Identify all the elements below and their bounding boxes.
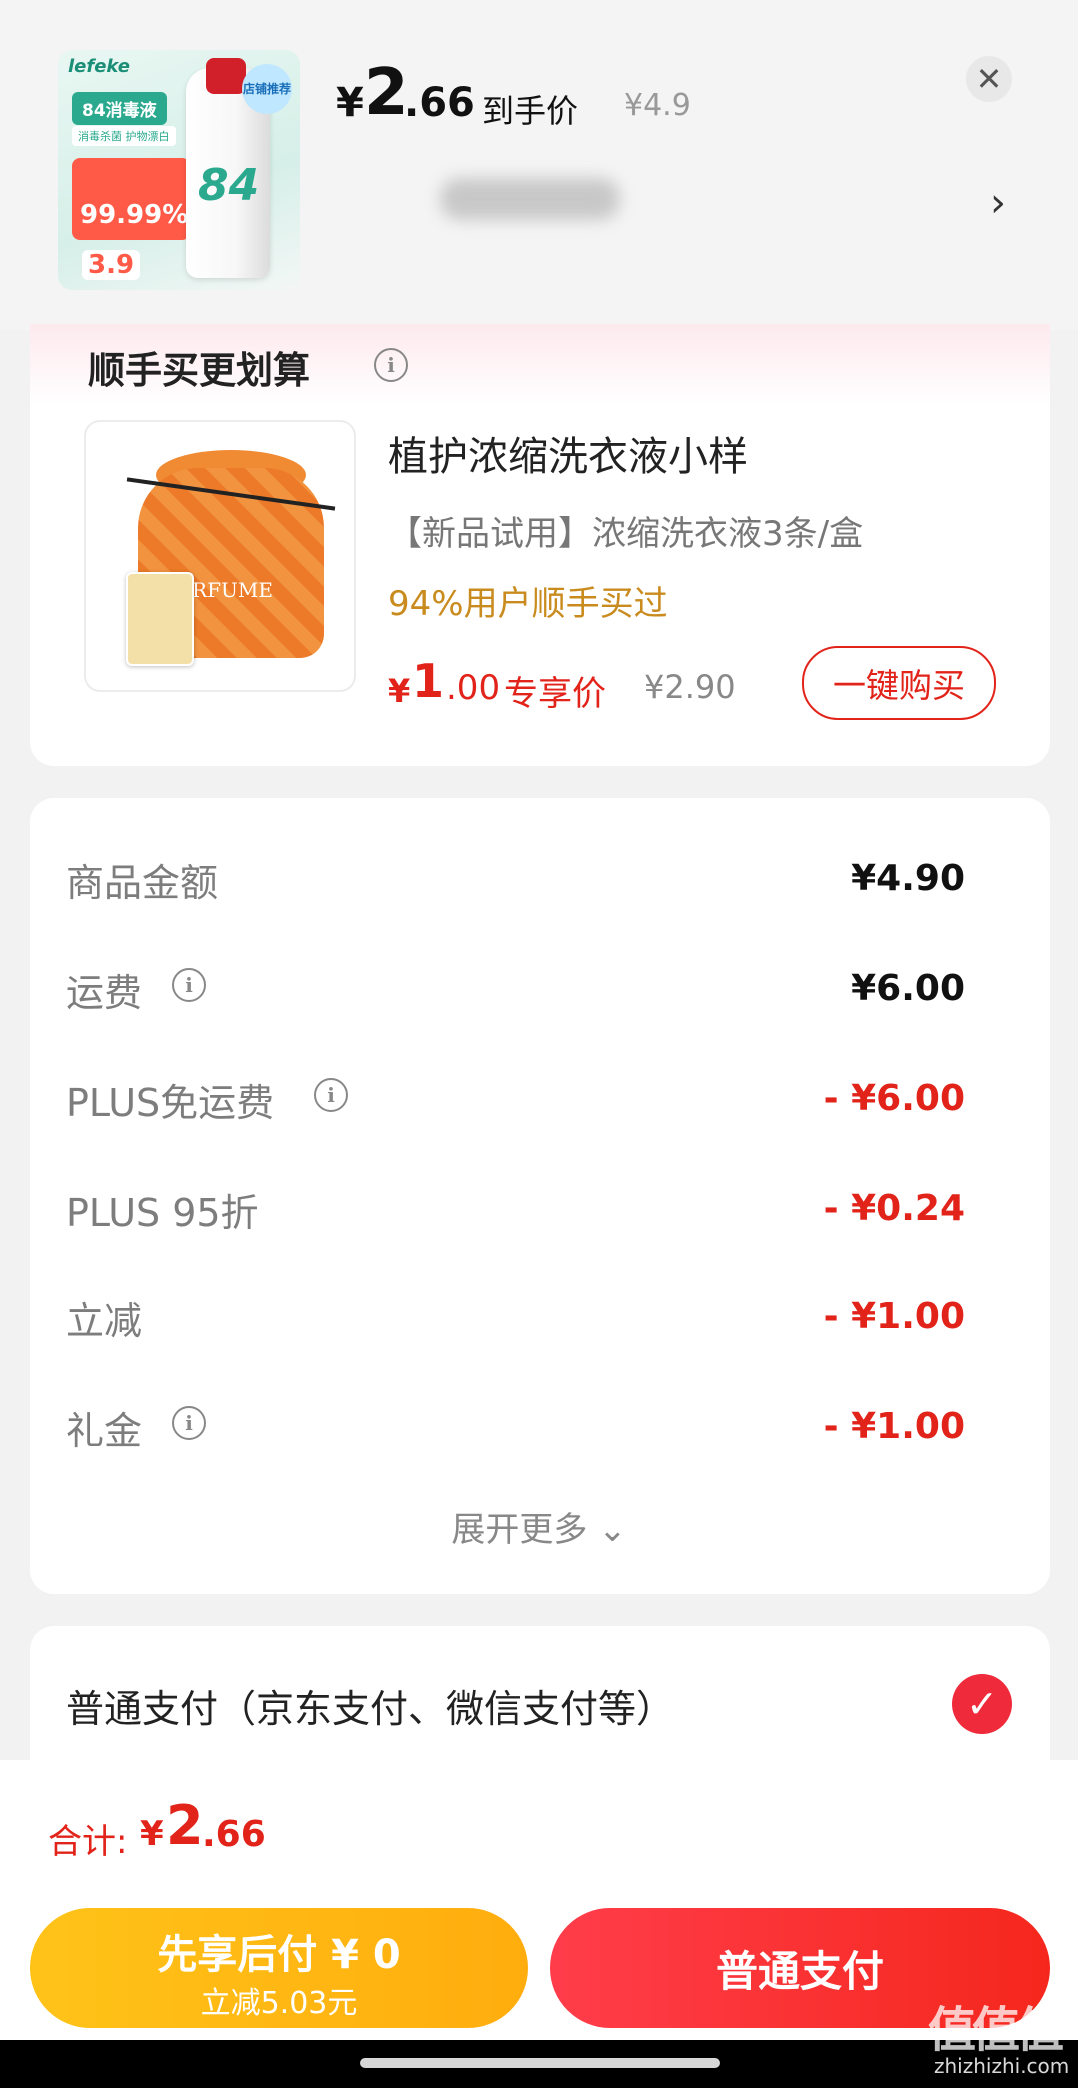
expand-more-button[interactable]: 展开更多 ⌄: [0, 1502, 1078, 1551]
addon-title: 顺手买更划算: [88, 349, 310, 392]
thumb-tag: 84消毒液: [72, 92, 167, 125]
home-gesture-handle[interactable]: [360, 2058, 720, 2068]
info-icon[interactable]: i: [314, 1078, 348, 1112]
info-icon[interactable]: i: [374, 348, 408, 382]
addon-price-label: 专享价: [504, 674, 606, 714]
info-icon[interactable]: i: [172, 968, 206, 1002]
watermark-logo: 值值值: [928, 2002, 1064, 2058]
summary-row-value: - ¥6.00: [823, 1078, 965, 1119]
product-thumbnail[interactable]: lefeke 84消毒液 消毒杀菌 护物漂白 99.99% 3.9 84 店铺推…: [58, 50, 300, 290]
summary-row-value: - ¥0.24: [823, 1188, 965, 1229]
addon-price-currency: ¥: [388, 672, 411, 710]
price-integer: 2: [364, 56, 409, 130]
perfume-box-image: [126, 572, 194, 666]
price-decimal: .66: [404, 80, 475, 126]
chevron-right-icon[interactable]: ›: [990, 180, 1006, 226]
summary-row-label: 运费: [66, 971, 143, 1015]
pay-later-button[interactable]: 先享后付 ¥ 0 立减5.03元: [30, 1908, 528, 2028]
thumb-price-2: 3.9: [82, 250, 141, 280]
summary-row-value: ¥6.00: [851, 968, 965, 1009]
total-currency: ¥: [140, 1814, 164, 1854]
summary-row-label: 礼金: [66, 1409, 143, 1453]
addon-price-decimal: .00: [446, 668, 501, 708]
summary-row-value: ¥4.90: [851, 858, 965, 899]
summary-row-label: 立减: [66, 1299, 143, 1343]
addon-product-desc: 【新品试用】浓缩洗衣液3条/盒: [388, 514, 864, 554]
price-currency: ¥: [336, 80, 364, 126]
check-icon[interactable]: ✓: [952, 1674, 1012, 1734]
summary-row-value: - ¥1.00: [823, 1296, 965, 1337]
addon-original-price: ¥2.90: [644, 668, 736, 706]
bottle-label: 84: [198, 160, 260, 211]
thumb-brand: lefeke: [68, 56, 130, 77]
summary-row-label: 商品金额: [66, 861, 219, 905]
summary-row-value: - ¥1.00: [823, 1406, 965, 1447]
one-click-buy-button[interactable]: 一键购买: [802, 646, 996, 720]
summary-row-label: PLUS 95折: [66, 1191, 259, 1235]
thumb-price-1: 99.99%: [80, 200, 189, 230]
addon-social-proof: 94%用户顺手买过: [388, 584, 668, 624]
blurred-spec-selector[interactable]: [440, 178, 620, 220]
pay-later-discount: 立减5.03元: [200, 1986, 358, 2021]
total-integer: 2: [166, 1794, 204, 1857]
total-label: 合计:: [48, 1822, 128, 1862]
watermark-url: zhizhizhi.com: [934, 2054, 1070, 2078]
total-decimal: .66: [202, 1814, 266, 1855]
thumb-subtitle: 消毒杀菌 护物漂白: [72, 126, 176, 146]
bottle-cap: [206, 58, 246, 94]
addon-product-name[interactable]: 植护浓缩洗衣液小样: [388, 424, 748, 482]
original-price: ¥4.9: [624, 88, 691, 123]
store-recommend-badge: 店铺推荐: [242, 64, 292, 114]
close-icon[interactable]: ✕: [966, 56, 1012, 102]
addon-product-image[interactable]: PERFUME: [84, 420, 356, 692]
final-price-label: 到手价: [482, 92, 579, 130]
addon-price-integer: 1: [412, 654, 445, 708]
pay-later-label: 先享后付 ¥ 0: [157, 1932, 401, 1978]
info-icon[interactable]: i: [172, 1406, 206, 1440]
payment-method-label[interactable]: 普通支付（京东支付、微信支付等）: [66, 1678, 674, 1733]
summary-row-label: PLUS免运费: [66, 1081, 275, 1125]
